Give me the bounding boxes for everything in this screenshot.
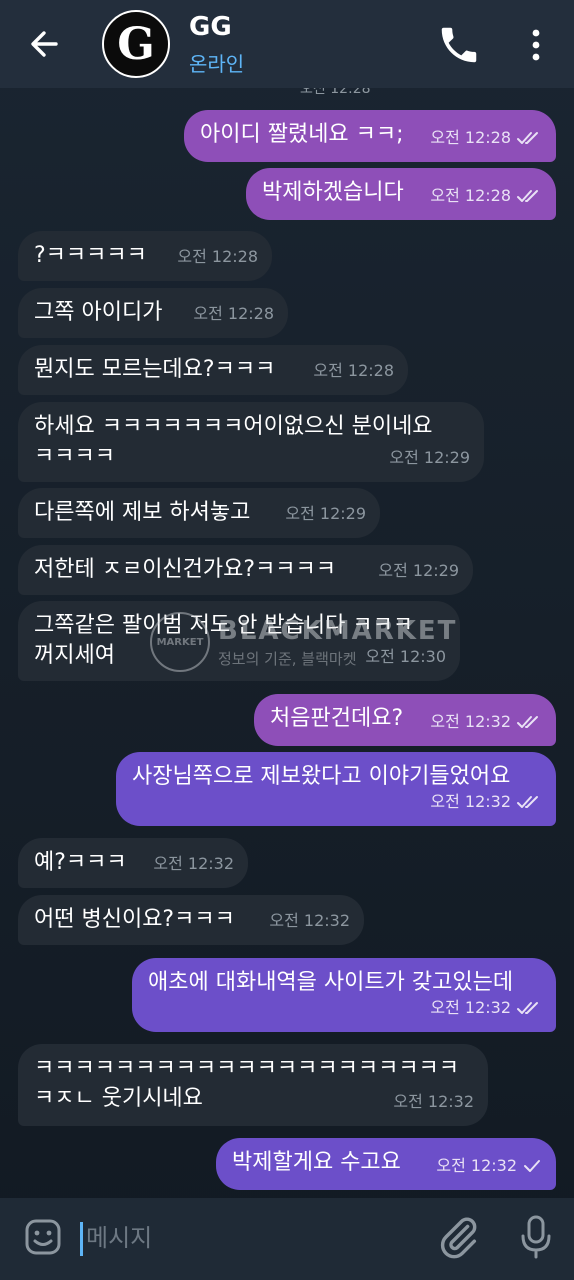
message-bubble-incoming[interactable]: 뭔지도 모르는데요?ㅋㅋㅋ 오전 12:28 [18, 345, 408, 395]
message-meta: 오전 12:32 [430, 787, 542, 817]
message-text: 뭔지도 모르는데요?ㅋㅋㅋ [34, 357, 276, 382]
double-check-icon [517, 1002, 538, 1014]
text-cursor [80, 1222, 83, 1256]
avatar-letter: G [117, 18, 155, 70]
message-meta: 오전 12:29 [378, 556, 459, 586]
message-text: 아이디 짤렸네요 ㅋㅋ; [200, 122, 404, 147]
message-bubble-incoming[interactable]: 예?ㅋㅋㅋ 오전 12:32 [18, 838, 248, 888]
message-input-bar [0, 1198, 574, 1280]
double-check-icon [517, 190, 538, 202]
voice-record-button[interactable] [514, 1212, 558, 1262]
message-meta: 오전 12:32 [393, 1087, 474, 1117]
message-meta: 오전 12:29 [389, 443, 470, 473]
watermark: MARKET BLACKMARKET 정보의 기준, 블랙마켓 [150, 612, 457, 672]
message-text: 예?ㅋㅋㅋ [34, 850, 127, 875]
message-text: 하세요 ㅋㅋㅋㅋㅋㅋㅋ어이없으신 분이네요 ㅋㅋㅋㅋ [34, 414, 433, 469]
message-time: 오전 12:28 [177, 247, 258, 266]
message-time: 오전 12:32 [430, 792, 511, 811]
message-bubble-incoming[interactable]: 그쪽 아이디가 오전 12:28 [18, 288, 288, 338]
watermark-subtitle: 정보의 기준, 블랙마켓 [218, 649, 357, 668]
message-bubble-outgoing[interactable]: 애초에 대화내역을 사이트가 갖고있는데 오전 12:32 [132, 958, 556, 1032]
message-meta: 오전 12:28 [430, 181, 542, 211]
message-bubble-outgoing[interactable]: 박제할게요 수고요 오전 12:32 [216, 1138, 556, 1190]
message-time: 오전 12:28 [313, 361, 394, 380]
message-meta: 오전 12:28 [177, 242, 258, 272]
message-bubble-incoming[interactable]: ㅋㅋㅋㅋㅋㅋㅋㅋㅋㅋㅋㅋㅋㅋㅋㅋㅋㅋㅋㅋㅋ ㅋㅈㄴ 웃기시네요 오전 12:32 [18, 1044, 488, 1126]
message-time: 오전 12:28 [430, 186, 511, 205]
message-text: 처음판건데요? [270, 706, 404, 731]
message-text: 다른쪽에 제보 하셔놓고 [34, 500, 251, 525]
message-meta: 오전 12:32 [269, 906, 350, 936]
message-meta: 오전 12:28 [313, 356, 394, 386]
message-time: 오전 12:32 [436, 1156, 517, 1175]
chat-title[interactable]: GG [189, 12, 232, 42]
message-text: 그쪽 아이디가 [34, 300, 163, 325]
message-bubble-incoming[interactable]: 어떤 병신이요?ㅋㅋㅋ 오전 12:32 [18, 895, 364, 945]
message-time: 오전 12:32 [393, 1092, 474, 1111]
message-time: 오전 12:32 [430, 998, 511, 1017]
message-text: 사장님쪽으로 제보왔다고 이야기들었어요 [132, 764, 511, 789]
message-meta: 오전 12:28 [193, 299, 274, 329]
watermark-logo: MARKET [150, 612, 210, 672]
chat-screen: 오전 12:28 G GG 온라인 아이디 짤렸네요 ㅋㅋ; 오전 12:28 … [0, 0, 574, 1280]
message-time: 오전 12:32 [269, 911, 350, 930]
message-time: 오전 12:32 [430, 712, 511, 731]
message-text: 저한테 ㅈㄹ이신건가요?ㅋㅋㅋㅋ [34, 557, 337, 582]
message-time: 오전 12:28 [193, 304, 274, 323]
call-button[interactable] [436, 22, 482, 68]
emoji-icon [25, 1219, 61, 1255]
attach-icon [440, 1217, 477, 1259]
message-bubble-outgoing[interactable]: 처음판건데요? 오전 12:32 [254, 694, 556, 746]
single-check-icon [524, 1160, 540, 1172]
message-time: 오전 12:32 [153, 854, 234, 873]
message-text: 어떤 병신이요?ㅋㅋㅋ [34, 907, 235, 932]
message-meta: 오전 12:32 [436, 1151, 542, 1181]
message-text: ?ㅋㅋㅋㅋㅋ [34, 243, 147, 268]
message-time: 오전 12:29 [285, 504, 366, 523]
online-status: 온라인 [189, 52, 245, 76]
message-bubble-incoming[interactable]: 하세요 ㅋㅋㅋㅋㅋㅋㅋ어이없으신 분이네요 ㅋㅋㅋㅋ 오전 12:29 [18, 402, 484, 482]
message-meta: 오전 12:32 [430, 993, 542, 1023]
message-meta: 오전 12:29 [285, 499, 366, 529]
message-text: 애초에 대화내역을 사이트가 갖고있는데 [148, 970, 514, 995]
double-check-icon [517, 796, 538, 808]
more-options-button[interactable] [518, 22, 554, 68]
double-check-icon [517, 716, 538, 728]
mic-icon [521, 1215, 551, 1259]
avatar[interactable]: G [102, 10, 170, 78]
message-meta: 오전 12:32 [430, 707, 542, 737]
message-bubble-outgoing[interactable]: 아이디 짤렸네요 ㅋㅋ; 오전 12:28 [184, 110, 556, 162]
message-text: 박제하겠습니다 [262, 180, 404, 205]
message-bubble-incoming[interactable]: 저한테 ㅈㄹ이신건가요?ㅋㅋㅋㅋ 오전 12:29 [18, 545, 473, 595]
message-bubble-incoming[interactable]: ?ㅋㅋㅋㅋㅋ 오전 12:28 [18, 231, 272, 281]
emoji-button[interactable] [20, 1214, 66, 1260]
chat-header: G GG 온라인 [0, 0, 574, 88]
message-meta: 오전 12:28 [430, 123, 542, 153]
back-button[interactable] [22, 22, 66, 66]
more-vertical-icon [532, 29, 540, 61]
phone-icon [441, 27, 477, 63]
watermark-title: BLACKMARKET [218, 615, 458, 646]
double-check-icon [517, 132, 538, 144]
message-time: 오전 12:29 [378, 561, 459, 580]
attach-button[interactable] [436, 1214, 482, 1260]
message-text: 박제할게요 수고요 [232, 1150, 401, 1175]
back-arrow-icon [31, 31, 58, 57]
message-meta: 오전 12:32 [153, 849, 234, 879]
message-bubble-outgoing[interactable]: 사장님쪽으로 제보왔다고 이야기들었어요 오전 12:32 [116, 752, 556, 826]
message-bubble-outgoing[interactable]: 박제하겠습니다 오전 12:28 [246, 168, 556, 220]
message-time: 오전 12:29 [389, 448, 470, 467]
message-time: 오전 12:28 [430, 128, 511, 147]
message-bubble-incoming[interactable]: 다른쪽에 제보 하셔놓고 오전 12:29 [18, 488, 380, 538]
message-input[interactable] [86, 1216, 416, 1260]
